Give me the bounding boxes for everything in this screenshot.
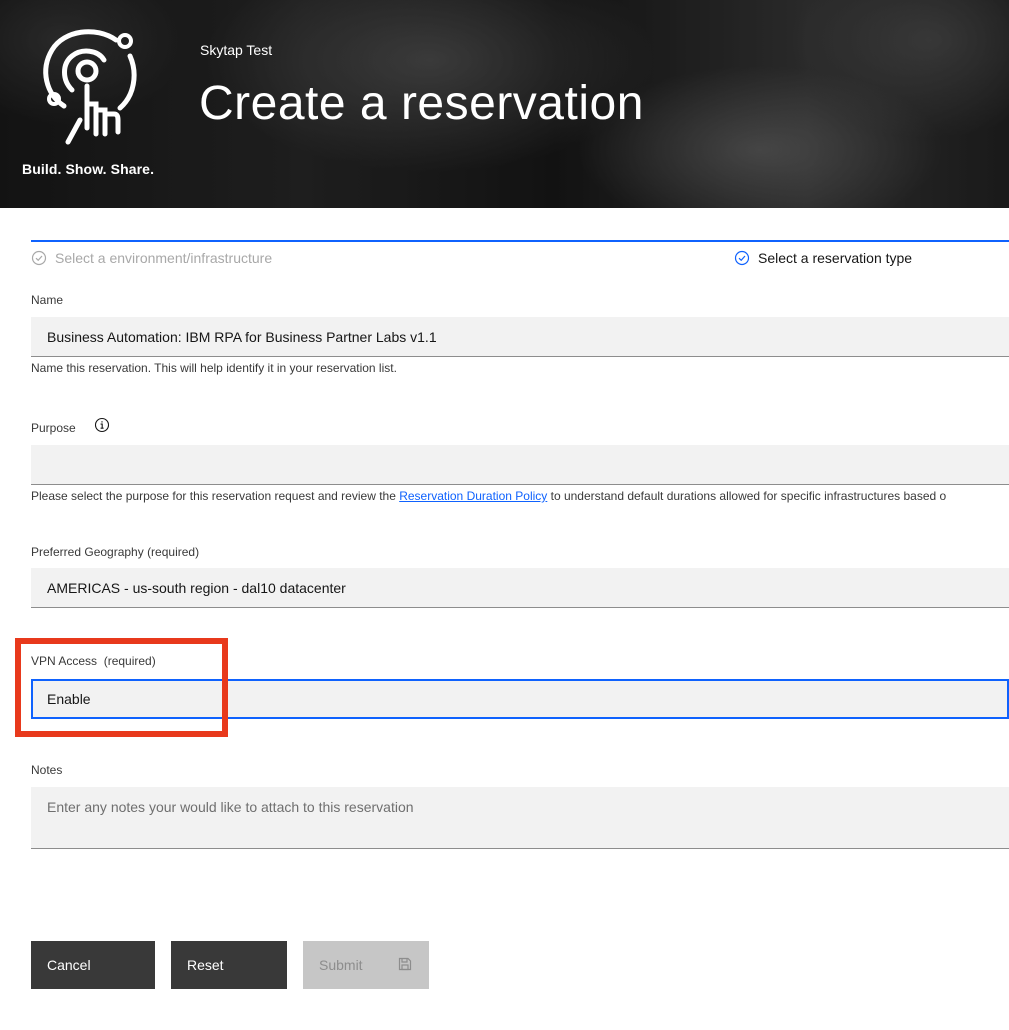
checkmark-outline-icon [734,250,750,266]
save-icon [398,957,412,971]
logo: Build. Show. Share. [22,24,162,184]
progress-step-label: Select a environment/infrastructure [55,250,273,266]
page-subtitle: Skytap Test [200,42,273,58]
progress-step-environment[interactable]: Select a environment/infrastructure [31,250,272,266]
vpn-highlight-annotation [15,638,228,737]
progress-step-label: Select a reservation type [758,250,913,266]
purpose-label: Purpose [31,421,76,435]
name-helper-text: Name this reservation. This will help id… [31,361,397,375]
geography-select[interactable]: AMERICAS - us-south region - dal10 datac… [31,568,1009,608]
cancel-button-label: Cancel [47,957,91,973]
progress-step-reservation-type[interactable]: Select a reservation type [734,250,912,266]
name-value: Business Automation: IBM RPA for Busines… [47,328,437,345]
checkmark-outline-icon [31,250,47,266]
cancel-button[interactable]: Cancel [31,941,155,989]
notes-label: Notes [31,763,63,777]
name-field[interactable]: Business Automation: IBM RPA for Busines… [31,317,1009,357]
purpose-helper-text: Please select the purpose for this reser… [31,489,946,503]
submit-button[interactable]: Submit [303,941,429,989]
notes-textarea[interactable]: Enter any notes your would like to attac… [31,787,1009,849]
submit-button-label: Submit [319,957,363,973]
header-banner: Build. Show. Share. Skytap Test Create a… [0,0,1009,208]
geography-value: AMERICAS - us-south region - dal10 datac… [47,579,346,596]
information-icon[interactable] [94,417,110,433]
purpose-select[interactable] [31,445,1009,485]
logo-tagline: Build. Show. Share. [22,161,155,177]
reset-button[interactable]: Reset [171,941,287,989]
notes-placeholder: Enter any notes your would like to attac… [47,799,414,815]
touch-target-icon [43,29,137,145]
page-title: Create a reservation [199,77,644,130]
purpose-helper-suffix: to understand default durations allowed … [547,489,947,503]
reset-button-label: Reset [187,957,224,973]
geography-label: Preferred Geography (required) [31,545,200,559]
purpose-helper-prefix: Please select the purpose for this reser… [31,489,400,503]
name-label: Name [31,293,64,307]
reservation-duration-policy-link[interactable]: Reservation Duration Policy [399,489,547,503]
progress-bar [31,240,1009,242]
